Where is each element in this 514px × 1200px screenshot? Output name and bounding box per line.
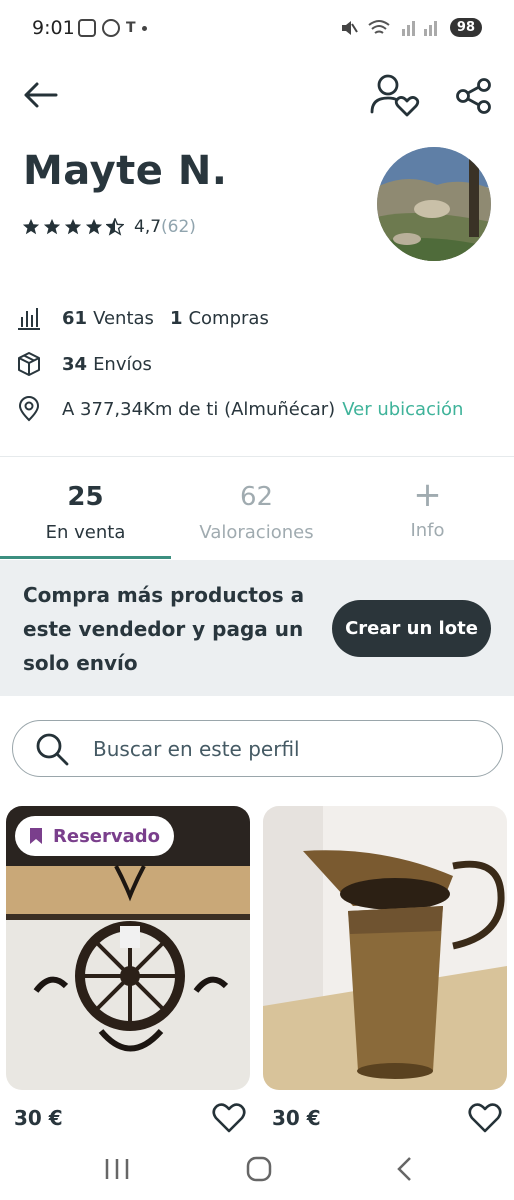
rating-count: (62) — [161, 217, 196, 237]
heart-icon — [212, 1103, 246, 1133]
status-system-icons: 98 — [340, 18, 482, 37]
profile-search[interactable] — [12, 720, 503, 777]
sales-count: 61 — [62, 307, 88, 329]
avatar-landscape-image — [377, 147, 491, 261]
bundle-promo-banner: Compra más productos a este vendedor y p… — [0, 560, 514, 696]
star-full-icon — [85, 218, 103, 235]
search-input[interactable] — [93, 736, 473, 761]
share-icon — [456, 78, 491, 114]
star-half-icon — [106, 218, 124, 236]
status-notification-icons: T — [78, 19, 147, 37]
chevron-left-icon — [397, 1157, 411, 1181]
purchases-count: 1 — [169, 307, 183, 329]
mute-icon — [341, 20, 358, 35]
user-heart-icon — [370, 74, 420, 117]
follow-user-button[interactable] — [368, 72, 420, 118]
location-text: A 377,34Km de ti (Almuñécar) — [62, 398, 336, 420]
arrow-left-icon — [24, 82, 58, 108]
bar-chart-icon — [18, 308, 40, 330]
tab-info[interactable]: + Info — [342, 478, 513, 558]
star-full-icon — [43, 218, 61, 235]
star-full-icon — [22, 218, 40, 235]
tab-reviews-label: Valoraciones — [199, 522, 314, 543]
location-pin-icon — [18, 396, 40, 422]
tab-on-sale-label: En venta — [45, 522, 126, 543]
home-icon — [246, 1156, 272, 1182]
active-tab-indicator — [0, 556, 171, 559]
status-bar: 9:01 T 98 — [0, 0, 514, 60]
product-card[interactable] — [263, 806, 507, 1090]
view-location-link[interactable]: Ver ubicación — [342, 399, 463, 420]
box-icon — [18, 352, 40, 376]
seller-rating[interactable]: 4,7 (62) — [22, 217, 196, 237]
purchases-label: Compras — [188, 307, 269, 329]
rating-stars — [22, 218, 124, 236]
favorite-button[interactable] — [212, 1102, 246, 1134]
seller-name: Mayte N. — [23, 148, 228, 194]
search-icon — [36, 733, 69, 765]
bookmark-icon — [30, 828, 42, 844]
tab-info-label: Info — [410, 520, 445, 541]
reserved-badge: Reservado — [15, 816, 174, 856]
system-nav-bar — [0, 1140, 514, 1200]
location-stat: A 377,34Km de ti (Almuñécar) Ver ubicaci… — [16, 396, 463, 422]
product-card[interactable]: Reservado — [6, 806, 250, 1090]
screenshot-icon — [78, 19, 96, 37]
copper-jug-image — [263, 806, 507, 1090]
product-price: 30 € — [14, 1106, 63, 1130]
star-full-icon — [64, 218, 82, 235]
recent-apps-icon — [105, 1159, 129, 1179]
shipments-count: 34 — [62, 353, 88, 375]
battery-indicator: 98 — [449, 18, 482, 37]
system-back-button[interactable] — [390, 1154, 420, 1184]
favorite-button[interactable] — [468, 1102, 502, 1134]
tesla-icon: T — [126, 20, 136, 36]
tab-reviews[interactable]: 62 Valoraciones — [171, 478, 342, 558]
seller-avatar[interactable] — [377, 147, 491, 261]
home-button[interactable] — [244, 1154, 274, 1184]
back-button[interactable] — [20, 78, 60, 112]
status-time: 9:01 — [32, 17, 75, 39]
sales-stat: 61 Ventas 1 Compras — [16, 305, 269, 331]
section-divider — [0, 456, 514, 457]
sales-label: Ventas — [93, 307, 154, 329]
wifi-icon — [368, 19, 390, 34]
shipments-label: Envíos — [93, 353, 152, 375]
tab-reviews-count: 62 — [239, 482, 274, 512]
rating-value: 4,7 — [134, 217, 162, 237]
create-bundle-button[interactable]: Crear un lote — [332, 600, 491, 657]
wear-icon — [102, 19, 120, 37]
heart-icon — [468, 1103, 502, 1133]
share-button[interactable] — [454, 76, 494, 116]
reserved-label: Reservado — [53, 825, 160, 847]
tab-on-sale[interactable]: 25 En venta — [0, 478, 171, 558]
product-price: 30 € — [272, 1106, 321, 1130]
shipments-stat: 34 Envíos — [16, 351, 152, 377]
plus-icon: + — [413, 475, 442, 515]
promo-text: Compra más productos a este vendedor y p… — [23, 583, 305, 675]
tab-on-sale-count: 25 — [67, 482, 104, 512]
more-notifications-icon — [141, 25, 147, 31]
signal-icon — [401, 20, 437, 36]
recent-apps-button[interactable] — [102, 1154, 132, 1184]
